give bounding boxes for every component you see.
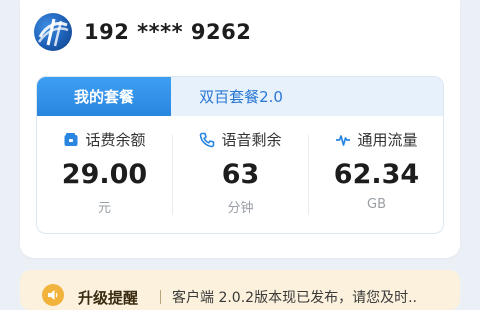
notice-separator [160,290,161,304]
notice-text: 客户端 2.0.2版本现已发布，请您及时.. [172,290,417,306]
stat-balance-value: 29.00 [61,159,148,190]
stat-voice[interactable]: 语音剩余 63 分钟 [173,117,308,233]
tab-my-plan[interactable]: 我的套餐 [37,77,171,116]
stat-data[interactable]: 通用流量 62.34 GB [309,117,443,233]
wallet-icon [63,132,79,148]
phone-icon [199,132,215,148]
telecom-logo-icon [34,13,72,51]
usage-stats: 话费余额 29.00 元 语音剩余 63 分钟 通用流量 62.34 GB [37,117,443,233]
account-card: 192 **** 9262 我的套餐 双百套餐2.0 话费余额 29.00 元 … [20,0,460,258]
stat-balance-label: 话费余额 [85,131,146,149]
stat-balance[interactable]: 话费余额 29.00 元 [37,117,172,233]
stat-data-unit: GB [367,197,386,212]
speaker-icon [42,284,64,306]
stat-data-value: 62.34 [333,159,420,190]
notice-title: 升级提醒 [78,289,139,307]
plan-box: 我的套餐 双百套餐2.0 话费余额 29.00 元 语音剩余 63 分钟 通用流… [36,76,444,234]
stat-data-label: 通用流量 [357,131,418,149]
stat-voice-label: 语音剩余 [221,131,282,149]
user-row[interactable]: 192 **** 9262 [34,12,251,52]
tab-double-hundred-plan[interactable]: 双百套餐2.0 [171,77,311,116]
pulse-icon [335,132,351,148]
plan-tabs: 我的套餐 双百套餐2.0 [37,77,443,116]
upgrade-notice[interactable]: 升级提醒 客户端 2.0.2版本现已发布，请您及时.. [20,270,460,310]
phone-number: 192 **** 9262 [84,20,252,44]
stat-voice-unit: 分钟 [227,201,254,216]
stat-voice-value: 63 [221,159,260,190]
stat-balance-unit: 元 [97,201,111,216]
